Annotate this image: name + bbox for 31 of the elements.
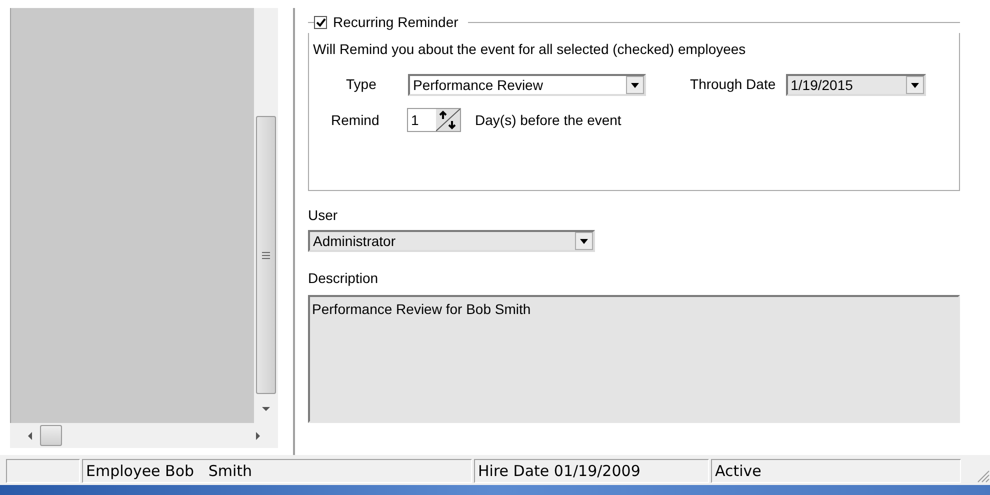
horizontal-scrollbar[interactable] — [10, 423, 278, 448]
description-label: Description — [308, 269, 380, 288]
user-label: User — [308, 206, 339, 225]
reminder-note: Will Remind you about the event for all selected (checked) employees — [313, 40, 747, 59]
status-panel: Employee Bob Smith — [82, 459, 472, 483]
scroll-thumb[interactable] — [40, 425, 62, 446]
type-dropdown[interactable]: Performance Review — [408, 74, 646, 96]
user-dropdown[interactable]: Administrator — [308, 230, 596, 252]
scroll-thumb[interactable] — [256, 116, 276, 394]
scroll-down-icon[interactable] — [262, 406, 270, 410]
scroll-right-icon[interactable] — [256, 432, 260, 440]
description-field[interactable]: Performance Review for Bob Smith — [308, 295, 960, 423]
checkbox-label: Recurring Reminder — [333, 13, 458, 32]
dropdown-caret-icon — [910, 82, 919, 88]
status-panel: Hire Date 01/19/2009 — [474, 459, 709, 483]
spin-arrows-icon[interactable] — [436, 109, 460, 131]
through-date-label: Through Date — [690, 75, 776, 94]
remind-suffix: Day(s) before the event — [475, 110, 622, 130]
vertical-scrollbar[interactable] — [254, 8, 278, 423]
grip-icon — [262, 252, 270, 258]
status-panel: Active — [711, 459, 961, 483]
reminder-checkbox[interactable] — [314, 16, 328, 29]
type-label: Type — [346, 75, 378, 94]
dropdown-caret-icon — [631, 82, 640, 88]
through-date-picker[interactable]: 1/19/2015 — [786, 74, 926, 96]
scroll-left-icon[interactable] — [28, 432, 32, 440]
check-icon — [316, 18, 326, 27]
remind-label: Remind — [331, 110, 380, 130]
resize-grip-icon[interactable] — [976, 469, 990, 483]
dropdown-caret-icon — [580, 238, 588, 244]
remind-spinner[interactable]: 1 — [407, 108, 462, 132]
